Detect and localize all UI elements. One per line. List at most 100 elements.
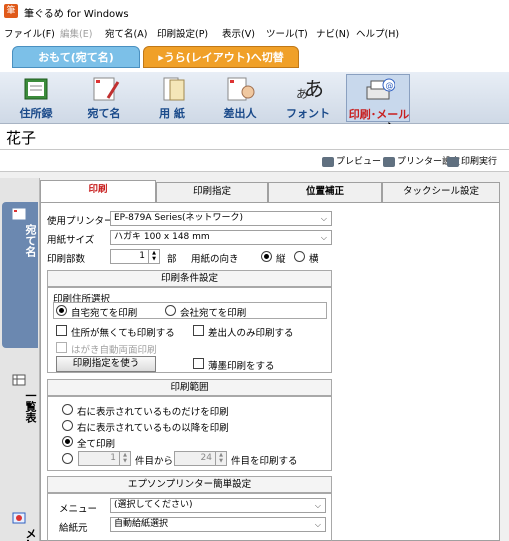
orientation-portrait-radio[interactable]: [261, 251, 272, 262]
menu-view[interactable]: 表示(V): [222, 26, 255, 40]
toolbar-label: 印刷･メール: [348, 108, 410, 121]
paper-size-select[interactable]: ハガキ 100 x 148 mm ⌵: [110, 230, 332, 245]
nav-tab-menu[interactable]: メ…: [2, 506, 38, 541]
print-without-address-label: 住所が無くても印刷する: [71, 328, 175, 339]
nav-tab-label: 宛て名: [24, 224, 37, 257]
postcard-pen-icon: [93, 77, 120, 101]
toolbar-paper-button[interactable]: 用 紙: [140, 74, 204, 122]
range-shown-after-label: 右に表示されているもの以降を印刷: [77, 423, 229, 434]
preview-icon: [322, 156, 334, 167]
menu-edit[interactable]: 編集(E): [60, 26, 92, 40]
range-all-label: 全て印刷: [77, 439, 116, 450]
copies-stepper[interactable]: 1 ▲ ▼: [110, 249, 160, 264]
menu-atena[interactable]: 宛て名(A): [105, 26, 147, 40]
menu-help[interactable]: ヘルプ(H): [356, 26, 399, 40]
orientation-portrait-label: 縦: [276, 254, 286, 265]
main-toolbar: 住所録 宛て名 用 紙 差出人 ああ フォント @ 印刷･メール: [0, 72, 509, 124]
print-execute-button[interactable]: 印刷実行: [447, 154, 497, 167]
toolbar-font-button[interactable]: ああ フォント: [276, 74, 340, 122]
chevron-down-icon: ⌵: [314, 520, 321, 529]
tab-print[interactable]: 印刷: [40, 180, 156, 202]
range-shown-after-radio[interactable]: [62, 420, 73, 431]
printer-mail-icon: @: [366, 78, 395, 100]
epson-header: エプソンプリンター簡単設定: [47, 476, 332, 493]
menu-tools[interactable]: ツール(T): [266, 26, 308, 40]
print-actions-bar: プレビュー プリンター設定 印刷実行: [0, 150, 509, 172]
toolbar-label: 住所録: [19, 107, 53, 120]
nav-tab-list[interactable]: 一覧表: [2, 368, 38, 464]
tab-tack-seal[interactable]: タックシール設定: [382, 182, 500, 202]
side-tab-bar: おもて(宛て名) ▸うら(レイアウト)へ切替: [0, 42, 509, 72]
home-address-radio[interactable]: [56, 305, 67, 316]
range-custom-radio[interactable]: [62, 453, 73, 464]
orientation-label: 用紙の向き: [191, 254, 239, 265]
toolbar-atena-button[interactable]: 宛て名: [72, 74, 136, 122]
font-icon: ああ: [296, 77, 324, 101]
toolbar-label: 差出人: [223, 107, 257, 120]
stepper-arrows-icon[interactable]: ▲ ▼: [148, 250, 159, 263]
app-icon: 筆: [4, 4, 18, 18]
tab-back-side-switch[interactable]: ▸うら(レイアウト)へ切替: [143, 46, 299, 68]
menu-print-settings[interactable]: 印刷設定(P): [157, 26, 208, 40]
chevron-down-icon: ⌵: [320, 233, 327, 242]
atena-icon: [12, 208, 26, 220]
toolbar-label: 用 紙: [159, 107, 185, 120]
printer-label: 使用プリンター: [47, 216, 114, 227]
conditions-header: 印刷条件設定: [47, 270, 332, 287]
menu-bar: ファイル(F) 編集(E) 宛て名(A) 印刷設定(P) 表示(V) ツール(T…: [0, 22, 509, 42]
nav-tab-label: メ…: [24, 528, 37, 541]
sender-only-checkbox[interactable]: [193, 325, 204, 336]
stepper-arrows-icon[interactable]: ▲ ▼: [215, 452, 226, 465]
nav-tab-label: 一覧表: [24, 390, 37, 423]
chevron-down-icon: ⌵: [320, 214, 327, 223]
range-from-stepper[interactable]: 1 ▲ ▼: [78, 451, 131, 466]
thin-ink-checkbox[interactable]: [193, 358, 204, 369]
menu-navi[interactable]: ナビ(N): [316, 26, 350, 40]
toolbar-label: 宛て名: [87, 107, 121, 120]
toolbar-address-book-button[interactable]: 住所録: [4, 74, 68, 122]
toolbar-sender-button[interactable]: 差出人: [208, 74, 272, 122]
duplex-checkbox[interactable]: [56, 342, 67, 353]
epson-menu-label: メニュー: [59, 504, 98, 515]
menu-file[interactable]: ファイル(F): [4, 26, 55, 40]
company-address-radio[interactable]: [165, 305, 176, 316]
print-without-address-checkbox[interactable]: [56, 325, 67, 336]
copies-label: 印刷部数: [47, 254, 86, 265]
orientation-landscape-label: 横: [309, 254, 319, 265]
printer-select[interactable]: EP-879A Series(ネットワーク) ⌵: [110, 211, 332, 226]
toolbar-label: フォント: [286, 107, 330, 120]
list-icon: [12, 374, 26, 386]
tab-print-spec[interactable]: 印刷指定: [156, 182, 268, 202]
left-nav: 宛て名 一覧表 メ…: [0, 178, 40, 541]
printer-settings-icon: [383, 156, 395, 167]
paper-feed-select[interactable]: 自動給紙選択 ⌵: [110, 517, 326, 532]
toolbar-print-mail-button[interactable]: @ 印刷･メール: [346, 74, 410, 122]
window-title: 筆ぐるめ for Windows: [24, 9, 129, 20]
thin-ink-label: 薄墨印刷をする: [208, 361, 275, 372]
tab-front-side[interactable]: おもて(宛て名): [12, 46, 140, 68]
orientation-landscape-radio[interactable]: [294, 251, 305, 262]
preview-button[interactable]: プレビュー: [322, 154, 381, 167]
chevron-down-icon: ⌵: [314, 501, 321, 510]
current-record-bar: 花子: [0, 124, 509, 150]
company-address-label: 会社宛てを印刷: [180, 308, 247, 319]
print-settings-tabs: 印刷 印刷指定 位置補正 タックシール設定: [40, 180, 500, 202]
svg-text:@: @: [386, 81, 394, 90]
tab-position-adjust[interactable]: 位置補正: [268, 182, 382, 202]
current-record-name: 花子: [6, 129, 37, 147]
use-print-spec-button[interactable]: 印刷指定を使う: [56, 356, 156, 372]
epson-menu-select[interactable]: (選択してください) ⌵: [110, 498, 326, 513]
home-address-label: 自宅宛てを印刷: [71, 308, 138, 319]
nav-tab-atena[interactable]: 宛て名: [2, 202, 38, 348]
range-header: 印刷範囲: [47, 379, 332, 396]
stepper-arrows-icon[interactable]: ▲ ▼: [119, 452, 130, 465]
range-from-label: 件目から: [135, 456, 174, 467]
range-to-label: 件目を印刷する: [231, 456, 298, 467]
range-to-stepper[interactable]: 24 ▲ ▼: [174, 451, 227, 466]
range-shown-only-radio[interactable]: [62, 404, 73, 415]
title-bar: 筆 筆ぐるめ for Windows: [0, 0, 509, 22]
copies-unit: 部: [167, 254, 177, 265]
range-all-radio[interactable]: [62, 436, 73, 447]
menu-nav-icon: [12, 512, 26, 524]
range-shown-only-label: 右に表示されているものだけを印刷: [77, 407, 229, 418]
